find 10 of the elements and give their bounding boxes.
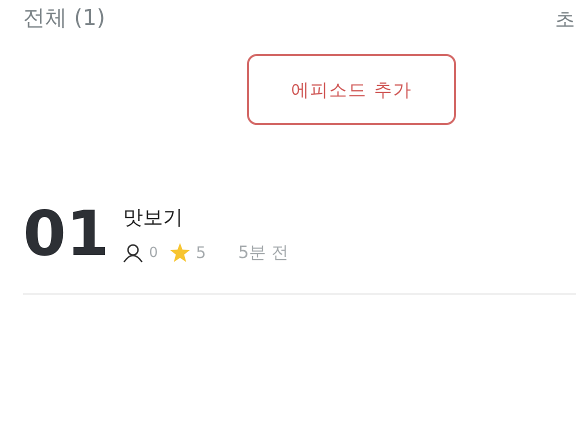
- episode-number: 01: [23, 199, 110, 269]
- rating-value: 5: [196, 243, 206, 262]
- star-icon: [170, 243, 190, 262]
- header-label: 초: [555, 6, 575, 33]
- user-icon: [123, 242, 143, 262]
- add-episode-button[interactable]: 에피소드 추가: [247, 54, 456, 125]
- viewer-count: 0: [149, 244, 158, 260]
- episode-title[interactable]: 맛보기: [123, 204, 288, 231]
- list-title: 전체 (1): [23, 5, 106, 33]
- episode-time: 5분 전: [238, 242, 288, 264]
